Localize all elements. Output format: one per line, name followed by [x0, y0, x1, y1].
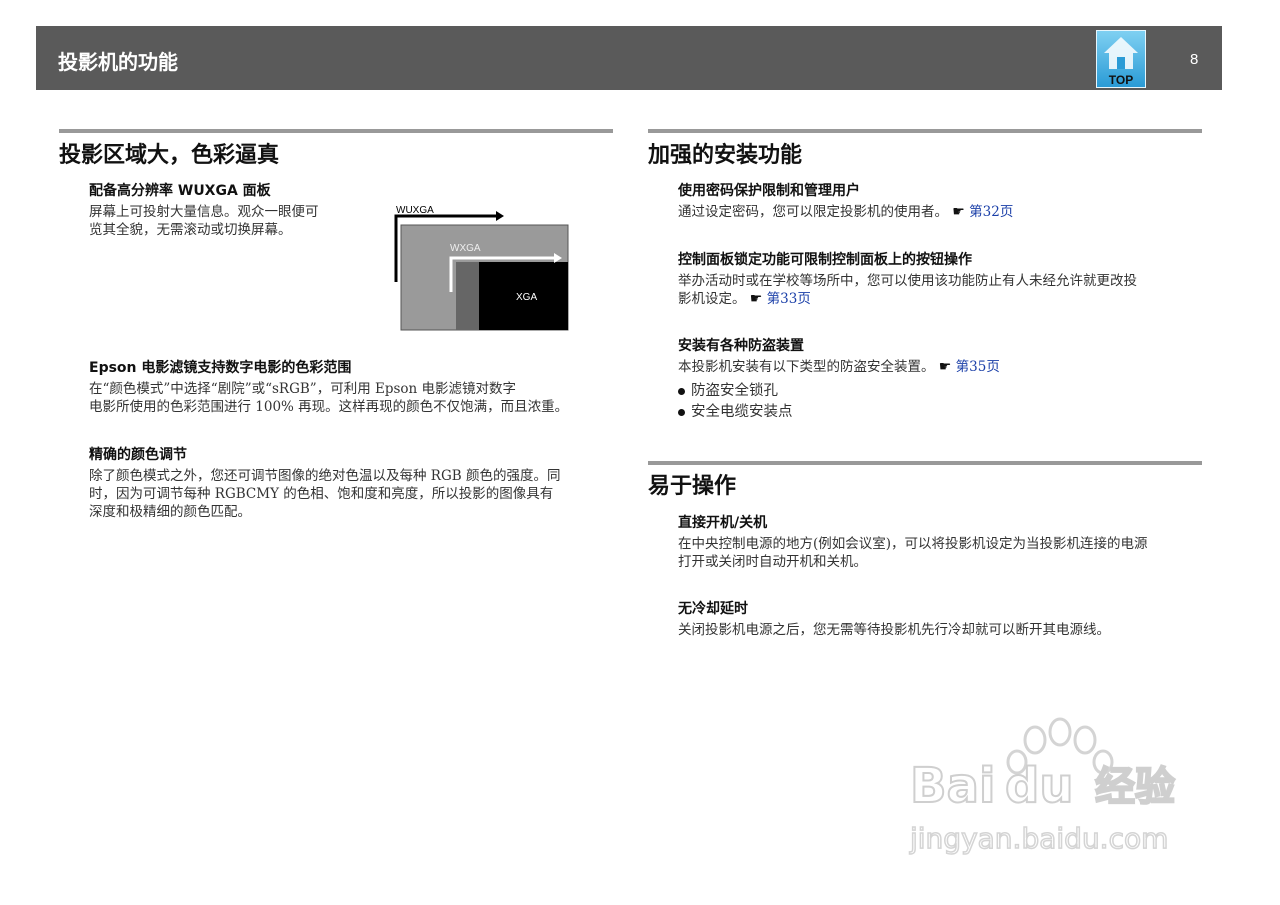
wuxga-label: WUXGA [396, 205, 434, 216]
block-heading: 安装有各种防盗装置 [678, 338, 804, 354]
page-link[interactable]: 第35页 [956, 359, 1000, 375]
text-line: 除了颜色模式之外，您还可调节图像的绝对色温以及每种 RGB 颜色的强度。同 [89, 468, 561, 484]
text-line: 关闭投影机电源之后，您无需等待投影机先行冷却就可以断开其电源线。 [678, 622, 1110, 638]
list-item-text: 防盗安全锁孔 [691, 383, 778, 399]
block-heading: 直接开机/关机 [678, 515, 768, 531]
text-line: 屏幕上可投射大量信息。观众一眼便可 [89, 204, 319, 220]
block-text: 关闭投影机电源之后，您无需等待投影机先行冷却就可以断开其电源线。 [678, 621, 1110, 639]
section-rule [59, 129, 613, 133]
pointing-hand-icon: ☛ [952, 204, 965, 220]
block-heading: 使用密码保护限制和管理用户 [678, 183, 860, 199]
text-line: 本投影机安装有以下类型的防盗安全装置。 [678, 359, 935, 375]
svg-text:Bai: Bai [910, 758, 995, 814]
bullet-icon [678, 387, 685, 395]
resolution-diagram: WUXGA WXGA XGA [392, 202, 572, 334]
list-item: 防盗安全锁孔 [678, 379, 778, 400]
block-text: 通过设定密码，您可以限定投影机的使用者。 ☛ 第32页 [678, 203, 1013, 221]
wxga-label: WXGA [450, 243, 481, 254]
section-title: 投影区域大，色彩逼真 [59, 143, 280, 168]
text-line: 打开或关闭时自动开机和关机。 [678, 554, 867, 570]
paw-icon: Bai du 经验 jingyan.baidu.com [908, 717, 1176, 856]
text-line: 在中央控制电源的地方(例如会议室)，可以将投影机设定为当投影机连接的电源 [678, 536, 1148, 552]
text-line: 深度和极精细的颜色匹配。 [89, 504, 251, 520]
page-title: 投影机的功能 [58, 50, 178, 74]
text-line: 电影所使用的色彩范围进行 100% 再现。这样再现的颜色不仅饱满，而且浓重。 [89, 399, 569, 415]
block-heading: Epson 电影滤镜支持数字电影的色彩范围 [89, 360, 352, 376]
section-rule [648, 129, 1202, 133]
list-item-text: 安全电缆安装点 [691, 404, 793, 420]
baidu-watermark: Bai du 经验 jingyan.baidu.com [905, 710, 1215, 860]
xga-label: XGA [516, 292, 538, 303]
svg-text:du: du [1005, 758, 1074, 814]
pointing-hand-icon: ☛ [749, 291, 763, 307]
block-heading: 精确的颜色调节 [89, 447, 187, 463]
section-title: 易于操作 [648, 474, 737, 499]
section-title: 加强的安装功能 [648, 143, 803, 168]
top-button[interactable]: TOP [1096, 30, 1146, 88]
page-link[interactable]: 第32页 [969, 204, 1013, 220]
block-heading: 配备高分辨率 WUXGA 面板 [89, 183, 271, 199]
text-line: 影机设定。 [678, 291, 746, 307]
svg-text:jingyan.baidu.com: jingyan.baidu.com [909, 822, 1168, 855]
svg-text:经验: 经验 [1095, 764, 1175, 810]
house-icon [1104, 37, 1138, 69]
resolution-diagram-graphic [394, 211, 569, 331]
block-text: 举办活动时或在学校等场所中，您可以使用该功能防止有人未经允许就更改投 影机设定。… [678, 272, 1137, 308]
list-item: 安全电缆安装点 [678, 400, 793, 421]
top-button-label: TOP [1108, 73, 1134, 87]
bullet-icon [678, 408, 685, 416]
block-text: 在“颜色模式”中选择“剧院”或“sRGB”，可利用 Epson 电影滤镜对数字 … [89, 380, 568, 416]
block-heading: 无冷却延时 [678, 601, 748, 617]
page-header: 投影机的功能 TOP 8 [36, 26, 1222, 90]
page-link[interactable]: 第33页 [767, 291, 811, 307]
text-line: 在“颜色模式”中选择“剧院”或“sRGB”，可利用 Epson 电影滤镜对数字 [89, 381, 517, 397]
pointing-hand-icon: ☛ [938, 359, 952, 375]
block-text: 在中央控制电源的地方(例如会议室)，可以将投影机设定为当投影机连接的电源 打开或… [678, 535, 1148, 571]
text-line: 通过设定密码，您可以限定投影机的使用者。 [678, 204, 948, 220]
block-text: 本投影机安装有以下类型的防盗安全装置。 ☛ 第35页 [678, 358, 1000, 376]
block-heading: 控制面板锁定功能可限制控制面板上的按钮操作 [678, 252, 972, 268]
section-rule [648, 461, 1202, 465]
block-text: 屏幕上可投射大量信息。观众一眼便可 览其全貌，无需滚动或切换屏幕。 [89, 203, 319, 239]
page-number: 8 [1190, 51, 1199, 68]
text-line: 览其全貌，无需滚动或切换屏幕。 [89, 222, 292, 238]
block-text: 除了颜色模式之外，您还可调节图像的绝对色温以及每种 RGB 颜色的强度。同 时，… [89, 467, 560, 521]
text-line: 举办活动时或在学校等场所中，您可以使用该功能防止有人未经允许就更改投 [678, 273, 1137, 289]
text-line: 时，因为可调节每种 RGBCMY 的色相、饱和度和亮度，所以投影的图像具有 [89, 486, 554, 502]
